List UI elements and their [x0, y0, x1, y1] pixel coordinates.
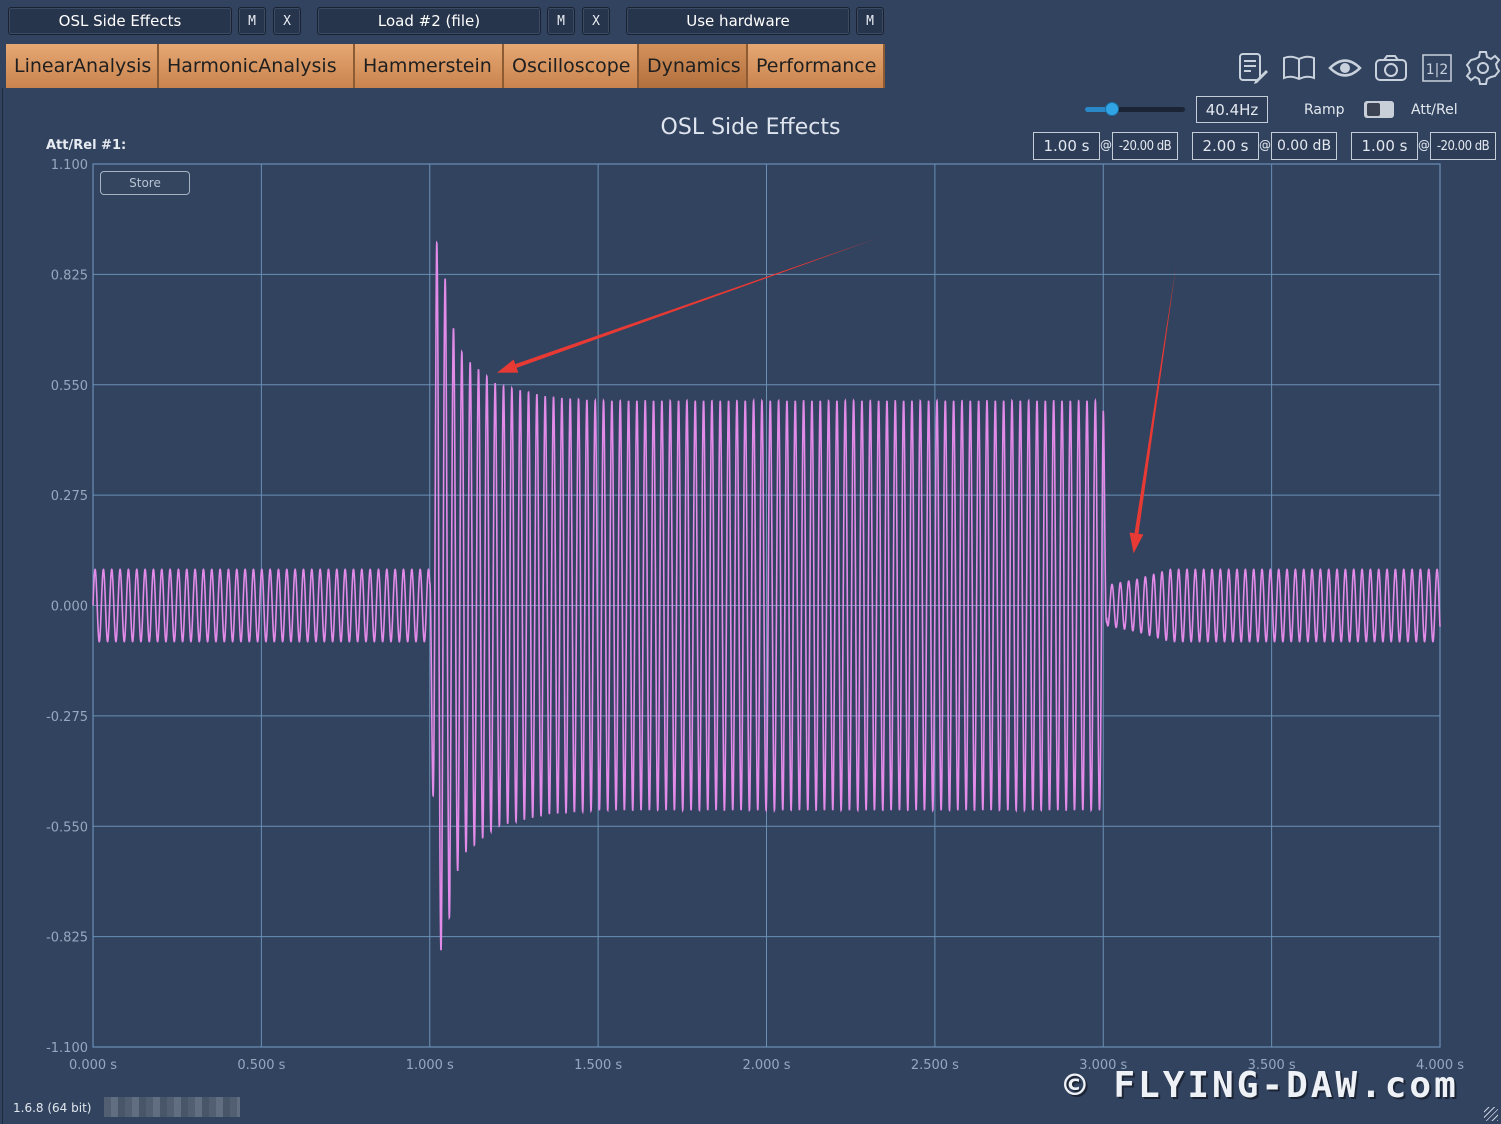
x-tick-label: 2.500 s	[911, 1058, 959, 1073]
arrow-shaft	[1134, 266, 1176, 534]
arrow-head	[497, 359, 519, 373]
y-tick-label: 0.275	[51, 489, 88, 504]
y-tick-label: 0.550	[51, 379, 88, 394]
plot-grid	[92, 163, 1441, 1048]
watermark: © FLYING-DAW.com	[1064, 1065, 1459, 1106]
annotation-arrow	[1129, 266, 1176, 554]
store-button[interactable]: Store	[100, 171, 190, 195]
y-axis-ticks: 1.100 0.825 0.550 0.275 0.000 -0.275 -0.550 -0.…	[46, 158, 88, 1056]
y-tick-label: -1.100	[46, 1041, 88, 1056]
x-tick-label: 1.000 s	[406, 1058, 454, 1073]
y-tick-label: -0.550	[46, 820, 88, 835]
x-tick-label: 0.000 s	[69, 1058, 117, 1073]
version-label: 1.6.8 (64 bit)	[13, 1101, 92, 1115]
y-tick-label: -0.275	[46, 710, 88, 725]
x-tick-label: 1.500 s	[574, 1058, 622, 1073]
x-tick-label: 2.000 s	[742, 1058, 790, 1073]
x-tick-label: 0.500 s	[237, 1058, 285, 1073]
arrow-head	[1129, 532, 1144, 554]
resize-grip[interactable]	[1484, 1107, 1498, 1121]
y-tick-label: 0.825	[51, 268, 88, 283]
redacted-text	[104, 1097, 240, 1117]
arrow-shaft	[515, 238, 878, 368]
oscilloscope-plot: 1.100 0.825 0.550 0.275 0.000 -0.275 -0.550 -0.…	[46, 158, 1464, 1073]
y-tick-label: -0.825	[46, 931, 88, 946]
y-tick-label: 0.000	[51, 600, 88, 615]
annotation-arrows	[497, 238, 1176, 554]
y-tick-label: 1.100	[51, 158, 88, 173]
annotation-arrow	[497, 238, 878, 373]
